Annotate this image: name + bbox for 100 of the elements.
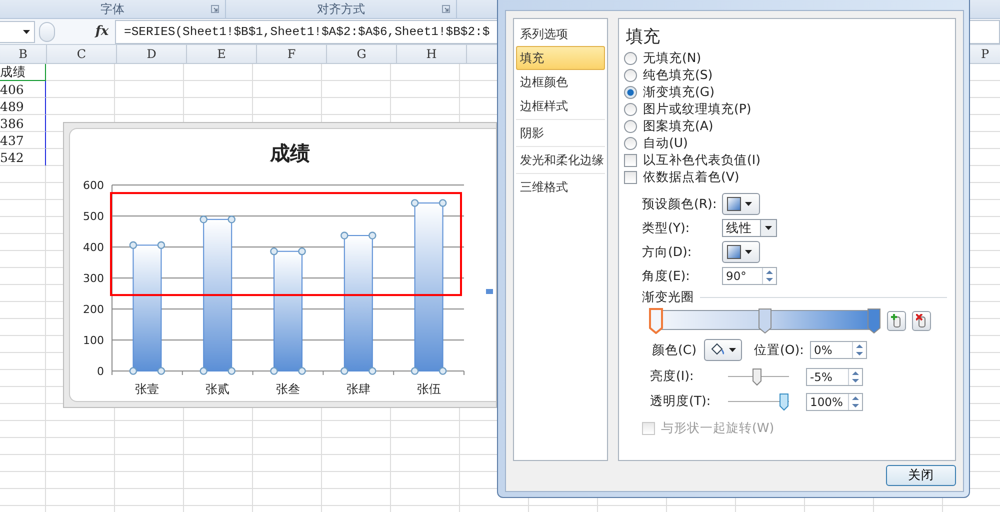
nav-item[interactable]: 填充 bbox=[516, 46, 605, 70]
selection-handle[interactable] bbox=[410, 367, 419, 375]
field-label: 角度(E): bbox=[642, 268, 691, 284]
resize-handle[interactable] bbox=[39, 22, 55, 42]
column-header[interactable]: P bbox=[970, 45, 1000, 63]
selection-handle[interactable] bbox=[438, 199, 447, 207]
bar[interactable] bbox=[274, 250, 302, 372]
caret-icon bbox=[729, 348, 736, 352]
dialog-launcher-icon[interactable] bbox=[211, 5, 219, 13]
column-header[interactable]: F bbox=[257, 45, 327, 63]
slider-track[interactable] bbox=[728, 392, 789, 412]
selection-handle[interactable] bbox=[438, 367, 447, 375]
spin-field[interactable]: 0% bbox=[810, 341, 867, 359]
radio-button[interactable] bbox=[624, 120, 637, 133]
selection-handle[interactable] bbox=[410, 199, 419, 207]
column-header[interactable]: D bbox=[117, 45, 187, 63]
option-label: 无填充(N) bbox=[643, 50, 702, 67]
selection-handle[interactable] bbox=[368, 232, 376, 240]
option-label: 图片或纹理填充(P) bbox=[643, 101, 752, 118]
radio-button[interactable] bbox=[624, 86, 637, 99]
field-label: 方向(D): bbox=[642, 244, 693, 260]
column-header[interactable]: E bbox=[187, 45, 257, 63]
field-label: 颜色(C) bbox=[652, 342, 698, 358]
selection-handle[interactable] bbox=[270, 247, 278, 256]
selection-handle[interactable] bbox=[200, 216, 208, 224]
selection-handle[interactable] bbox=[129, 241, 138, 250]
option-label: 纯色填充(S) bbox=[643, 67, 713, 84]
caret-icon bbox=[765, 226, 772, 230]
gradient-stop-handle[interactable] bbox=[649, 308, 663, 334]
radio-button[interactable] bbox=[624, 137, 637, 150]
nav-item[interactable]: 三维格式 bbox=[516, 175, 605, 199]
dropdown-button[interactable] bbox=[722, 193, 760, 215]
axis-label: 张壹 bbox=[135, 382, 160, 396]
selection-handle[interactable] bbox=[298, 367, 306, 375]
nav-item[interactable]: 边框样式 bbox=[516, 94, 605, 118]
spin-field[interactable]: 90° bbox=[722, 267, 777, 285]
gradient-stop-handle[interactable] bbox=[867, 308, 881, 334]
axis-label: 500 bbox=[83, 210, 104, 223]
axis-label: 300 bbox=[83, 272, 104, 285]
spin-arrows-icon[interactable] bbox=[848, 368, 862, 384]
column-header[interactable]: G bbox=[327, 45, 397, 63]
nav-item[interactable]: 发光和柔化边缘 bbox=[516, 148, 605, 172]
remove-stop-icon bbox=[916, 314, 928, 328]
panel-heading: 填充 bbox=[626, 26, 661, 49]
spin-field[interactable]: 100% bbox=[806, 392, 863, 410]
selection-handle[interactable] bbox=[228, 367, 236, 375]
slider-thumb[interactable] bbox=[752, 368, 762, 386]
selection-handle[interactable] bbox=[200, 367, 208, 375]
bar[interactable] bbox=[414, 202, 444, 372]
radio-button[interactable] bbox=[624, 69, 637, 82]
remove-stop-button[interactable] bbox=[912, 311, 931, 331]
dropdown-field[interactable]: 线性 bbox=[722, 219, 777, 237]
column-header[interactable]: B bbox=[0, 45, 47, 63]
dropdown-button[interactable] bbox=[722, 241, 760, 263]
nav-item[interactable]: 阴影 bbox=[516, 121, 605, 145]
axis-label: 600 bbox=[83, 179, 104, 192]
insert-function-button[interactable]: fx bbox=[89, 24, 115, 39]
name-box[interactable] bbox=[0, 20, 35, 42]
caret-icon bbox=[23, 30, 30, 34]
column-header[interactable]: H bbox=[397, 45, 467, 63]
radio-button[interactable] bbox=[624, 103, 637, 116]
slider-thumb[interactable] bbox=[779, 392, 789, 410]
section-label: 渐变光圈 bbox=[642, 288, 694, 306]
nav-item[interactable]: 系列选项 bbox=[516, 22, 605, 46]
bar[interactable] bbox=[344, 235, 373, 372]
selection-handle[interactable] bbox=[228, 216, 236, 224]
bar[interactable] bbox=[132, 244, 162, 372]
axis-label: 张伍 bbox=[416, 382, 441, 396]
gradient-swatch-icon bbox=[727, 245, 741, 259]
checkbox[interactable] bbox=[624, 171, 637, 184]
paint-bucket-icon bbox=[709, 343, 725, 357]
dialog-launcher-icon[interactable] bbox=[442, 5, 450, 13]
color-dropdown-button[interactable] bbox=[704, 339, 742, 361]
selection-handle[interactable] bbox=[270, 367, 278, 375]
table-cell: 成绩 bbox=[0, 64, 46, 81]
spin-arrows-icon[interactable] bbox=[762, 268, 776, 284]
column-header[interactable]: C bbox=[47, 45, 117, 63]
selection-handle[interactable] bbox=[340, 232, 348, 240]
checkbox[interactable] bbox=[624, 154, 637, 167]
nav-item[interactable]: 边框颜色 bbox=[516, 70, 605, 94]
table-cell: 542 bbox=[0, 149, 46, 166]
chart-title: 成绩 bbox=[270, 141, 310, 165]
spin-arrows-icon[interactable] bbox=[852, 342, 866, 358]
spin-arrows-icon[interactable] bbox=[848, 394, 862, 410]
axis-label: 100 bbox=[83, 334, 104, 347]
bar[interactable] bbox=[203, 218, 232, 372]
close-button[interactable]: 关闭 bbox=[886, 465, 956, 486]
selection-handle[interactable] bbox=[298, 247, 306, 256]
spin-field[interactable]: -5% bbox=[806, 368, 863, 386]
selection-handle[interactable] bbox=[340, 367, 348, 375]
radio-button[interactable] bbox=[624, 52, 637, 65]
gradient-stop-handle[interactable] bbox=[758, 308, 772, 334]
slider-track[interactable] bbox=[728, 366, 789, 386]
selection-handle[interactable] bbox=[157, 367, 166, 375]
selection-handle[interactable] bbox=[368, 367, 376, 375]
selection-handle[interactable] bbox=[157, 241, 166, 250]
selection-handle[interactable] bbox=[129, 367, 138, 375]
chart-frame[interactable]: 成绩 0 100 200 300 400 500 600 张壹 张贰 张叁 张肆 张伍 bbox=[63, 122, 497, 408]
option-label: 图案填充(A) bbox=[643, 118, 714, 135]
add-stop-button[interactable] bbox=[887, 311, 906, 331]
